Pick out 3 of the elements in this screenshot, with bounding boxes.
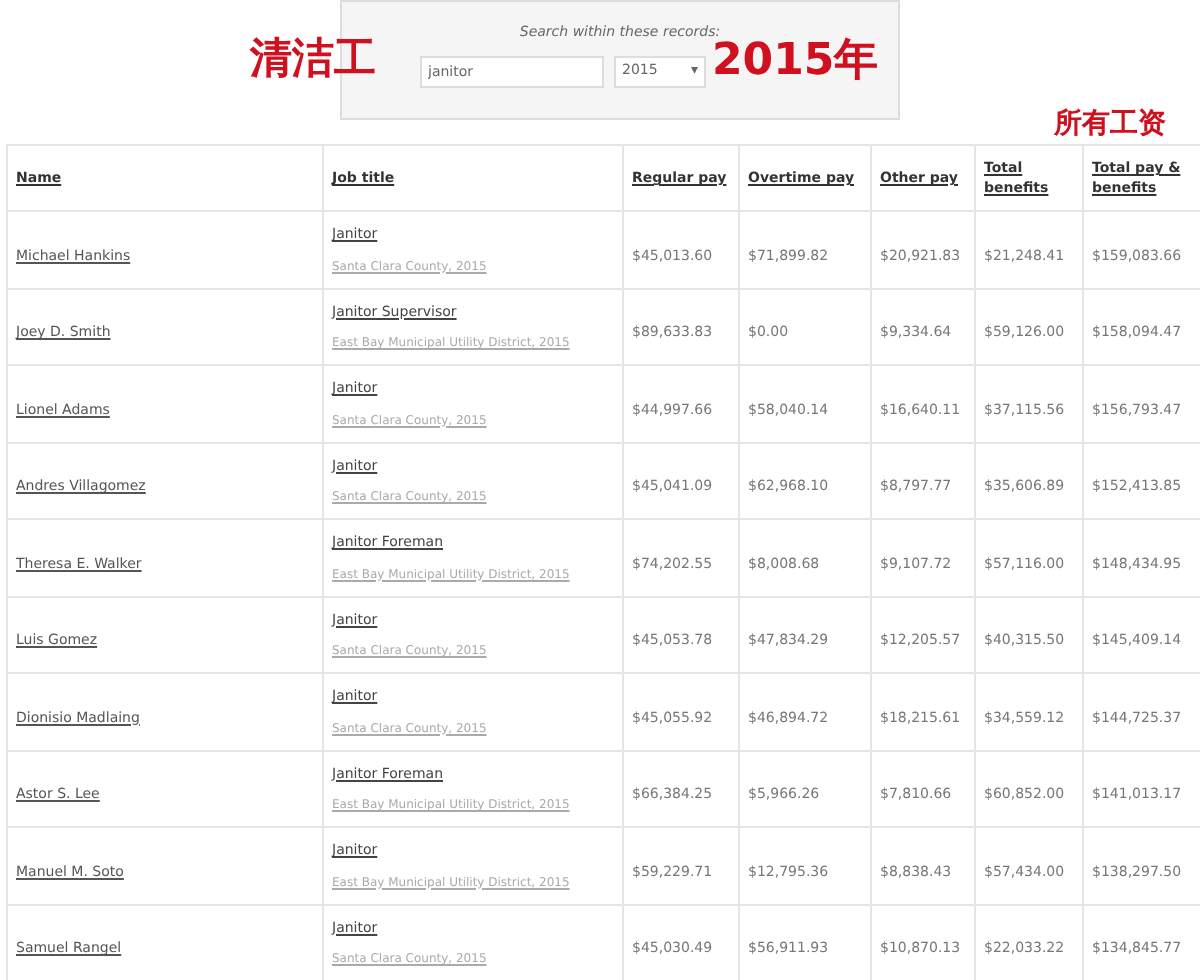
annotation-label: 所有工资 [1054, 110, 1166, 138]
annotation-label: 2015年 [712, 40, 879, 84]
annotation-label: 清洁工 [250, 38, 376, 80]
